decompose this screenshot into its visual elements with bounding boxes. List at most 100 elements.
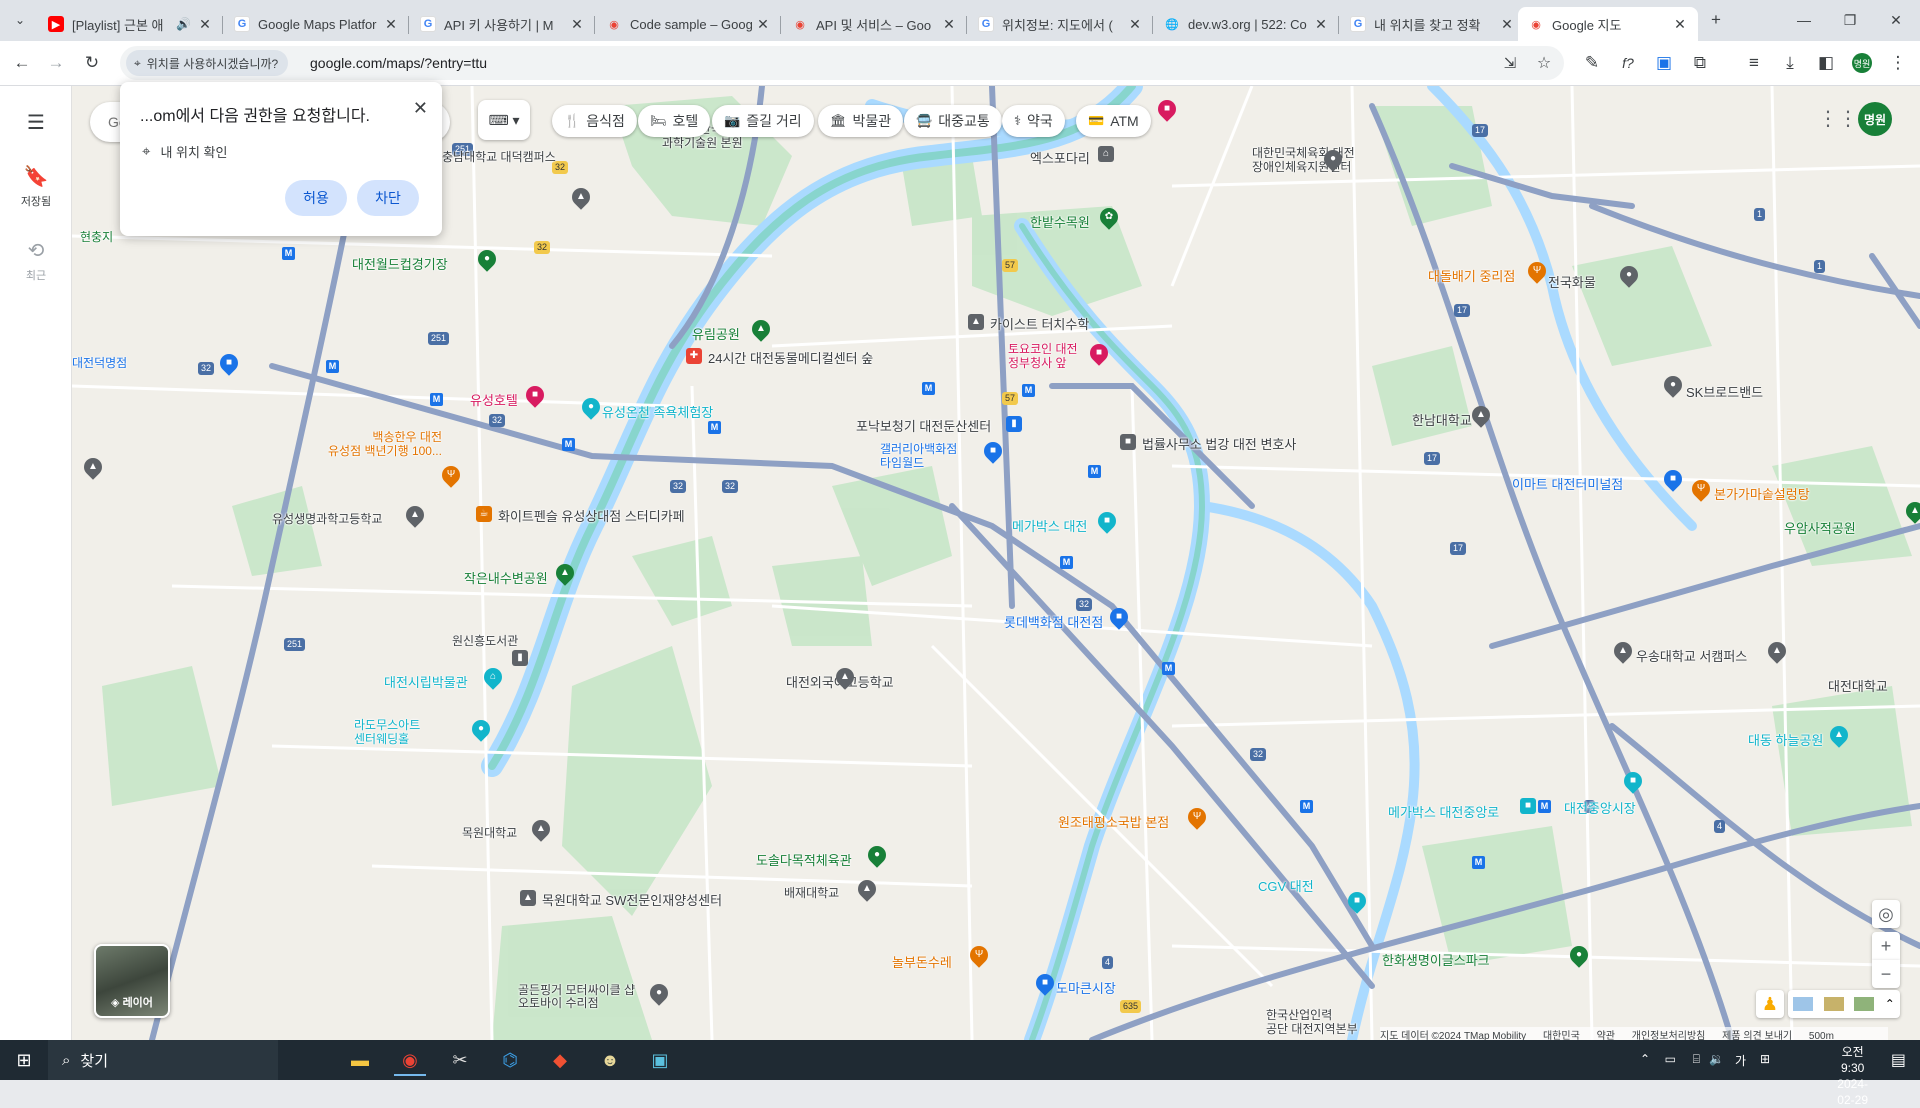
business-pin-icon[interactable]: ● [1616, 262, 1642, 288]
label-lotte-dept[interactable]: 롯데백화점 대전점 [1004, 612, 1103, 631]
layers-button[interactable]: ◈ 레이어 [94, 944, 170, 1018]
label-hannam[interactable]: 한남대학교 [1412, 410, 1472, 429]
taskbar-search[interactable]: ⌕ 찾기 [48, 1040, 278, 1080]
subway-station-icon[interactable]: M [1162, 662, 1175, 675]
subway-station-icon[interactable]: M [1022, 384, 1035, 397]
recent-button[interactable]: ⟲ 최근 [0, 238, 72, 283]
school-pin-icon[interactable]: ▲ [568, 184, 594, 210]
speaker-icon[interactable]: 🔊 [176, 17, 191, 31]
label-industry[interactable]: 한국산업인력 공단 대전지역본부 [1266, 1008, 1358, 1036]
subway-station-icon[interactable]: M [1472, 856, 1485, 869]
category-chip-atm[interactable]: 💳 ATM [1076, 105, 1151, 137]
school-pin-icon[interactable]: ▲ [402, 502, 428, 528]
label-bonga[interactable]: 본가가마솥설렁탕 [1714, 484, 1810, 503]
volume-icon[interactable]: 🔉 [1709, 1052, 1724, 1066]
label-jeonguk[interactable]: 전국화물 [1548, 272, 1596, 291]
business-pin-icon[interactable]: ● [1660, 372, 1686, 398]
library-icon[interactable]: ▮ [512, 650, 528, 666]
close-tab-icon[interactable]: ✕ [1499, 16, 1515, 33]
tab-search-chevron-icon[interactable]: ⌄ [6, 6, 34, 34]
tab-code-sample[interactable]: ◉ Code sample – Goog ✕ [596, 7, 781, 41]
subway-station-icon[interactable]: M [1088, 465, 1101, 478]
close-icon[interactable]: ✕ [413, 98, 428, 119]
tab-google-maps[interactable]: ◉ Google 지도 ✕ [1518, 7, 1698, 41]
close-tab-icon[interactable]: ✕ [197, 16, 213, 33]
restore-icon[interactable]: ❐ [1836, 6, 1864, 34]
label-small-park[interactable]: 작은내수변공원 [464, 568, 548, 587]
account-avatar[interactable]: 명원 [1858, 102, 1892, 136]
label-hyunchungji[interactable]: 현충지 [80, 228, 113, 245]
market-pin-icon[interactable]: ■ [1620, 768, 1646, 794]
restaurant-pin-icon[interactable]: Ψ [438, 462, 464, 488]
close-tab-icon[interactable]: ✕ [569, 16, 585, 33]
label-cgv[interactable]: CGV 대전 [1258, 876, 1314, 895]
translate-extension-icon[interactable]: ▣ [1650, 49, 1678, 77]
address-bar[interactable]: ⌖ 위치를 사용하시겠습니까? google.com/maps/?entry=t… [120, 46, 1564, 80]
restaurant-pin-icon[interactable]: Ψ [1184, 804, 1210, 830]
maps-menu-icon[interactable]: ☰ [0, 110, 72, 135]
cinema-pin-icon[interactable]: ■ [1344, 888, 1370, 914]
app-taskbar-icon[interactable]: ☻ [590, 1044, 630, 1076]
zoom-in-button[interactable]: + [1872, 932, 1900, 960]
subway-station-icon[interactable]: M [922, 382, 935, 395]
school-pin-icon[interactable]: ▲ [1468, 402, 1494, 428]
allow-button[interactable]: 허용 [285, 180, 347, 216]
label-touch-math[interactable]: 카이스트 터치수학 [990, 314, 1089, 333]
imagery-thumbnail[interactable] [1793, 997, 1814, 1011]
close-window-icon[interactable]: ✕ [1882, 6, 1910, 34]
hospital-icon[interactable]: ✚ [686, 348, 702, 364]
tab-api-services[interactable]: ◉ API 및 서비스 – Goo ✕ [782, 7, 967, 41]
label-yuseong-science[interactable]: 유성생명과학고등학교 [272, 510, 382, 527]
label-toyoko[interactable]: 토요코인 대전 정부청사 앞 [1008, 342, 1078, 370]
clock[interactable]: 오전 9:30 2024-02-29 [1837, 1044, 1868, 1108]
extensions-puzzle-icon[interactable]: ⧉ [1686, 49, 1714, 77]
imagery-thumbnail[interactable] [1854, 997, 1875, 1011]
category-chip-restaurant[interactable]: 🍴 음식점 [552, 105, 637, 137]
label-yurim-park[interactable]: 유림공원 [692, 324, 740, 343]
shopping-pin-icon[interactable]: ■ [216, 350, 242, 376]
label-wonsin-library[interactable]: 원신흥도서관 [452, 632, 518, 649]
cafe-icon[interactable]: ☕ [476, 506, 492, 522]
subway-station-icon[interactable]: M [562, 438, 575, 451]
building-pin-icon[interactable]: ● [1320, 146, 1346, 172]
category-chip-transit[interactable]: 🚍 대중교통 [904, 105, 1002, 137]
office-icon[interactable]: ■ [1120, 434, 1136, 450]
imagery-thumbnails[interactable]: ⌃ [1788, 990, 1900, 1018]
tab-maps-platform[interactable]: G Google Maps Platfor ✕ [224, 7, 409, 41]
shopping-pin-icon[interactable]: ■ [1660, 466, 1686, 492]
tab-geolocation[interactable]: G 위치정보: 지도에서 ( ✕ [968, 7, 1153, 41]
close-tab-icon[interactable]: ✕ [1313, 16, 1329, 33]
category-chip-museum[interactable]: 🏛 박물관 [818, 105, 904, 137]
stadium-pin-icon[interactable]: ● [474, 246, 500, 272]
label-emart[interactable]: 이마트 대전터미널점 [1512, 474, 1623, 493]
category-chip-hotel[interactable]: 🛏 호텔 [638, 105, 711, 137]
street-view-pegman-icon[interactable]: ♟ [1756, 990, 1784, 1018]
tab-api-key[interactable]: G API 키 사용하기 | M ✕ [410, 7, 595, 41]
label-law-office[interactable]: 법률사무소 법강 대전 변호사 [1142, 434, 1296, 453]
new-tab-button[interactable]: + [1702, 6, 1730, 34]
category-chip-attractions[interactable]: 📷 즐길 거리 [712, 105, 814, 137]
label-sk-broadband[interactable]: SK브로드밴드 [1686, 382, 1763, 401]
notifications-icon[interactable]: ▤ [1891, 1050, 1906, 1070]
stadium-pin-icon[interactable]: ● [1566, 942, 1592, 968]
school-pin-icon[interactable]: ▲ [80, 454, 106, 480]
chrome-menu-icon[interactable]: ⋮ [1884, 49, 1912, 77]
tab-playlist[interactable]: ▶ [Playlist] 근본 애 🔊 ✕ [38, 7, 223, 41]
saved-button[interactable]: 🔖 저장됨 [0, 164, 72, 209]
reading-list-icon[interactable]: ≡ [1740, 49, 1768, 77]
label-whitepen[interactable]: 화이트펜슬 유성상대점 스터디카페 [498, 506, 685, 525]
venue-pin-icon[interactable]: ● [468, 716, 494, 742]
label-nolbu[interactable]: 놀부돈수레 [892, 952, 952, 971]
label-beaksung[interactable]: 백송한우 대전 유성점 백년기행 100... [328, 430, 442, 458]
park-pin-icon[interactable]: ▲ [1826, 722, 1852, 748]
reload-icon[interactable]: ↻ [78, 49, 106, 77]
label-mokwon-sw[interactable]: 목원대학교 SW전문인재양성센터 [542, 890, 722, 909]
museum-pin-icon[interactable]: ⌂ [480, 664, 506, 690]
imagery-thumbnail[interactable] [1823, 997, 1844, 1011]
tab-w3[interactable]: 🌐 dev.w3.org | 522: Co ✕ [1154, 7, 1339, 41]
label-animal-center[interactable]: 24시간 대전동물메디컬센터 숲 [708, 348, 873, 367]
school-pin-icon[interactable]: ▲ [832, 664, 858, 690]
app-taskbar-icon[interactable]: ▣ [640, 1044, 680, 1076]
park-pin-icon[interactable]: ▲ [552, 560, 578, 586]
label-domasijang[interactable]: 도마큰시장 [1056, 978, 1116, 997]
